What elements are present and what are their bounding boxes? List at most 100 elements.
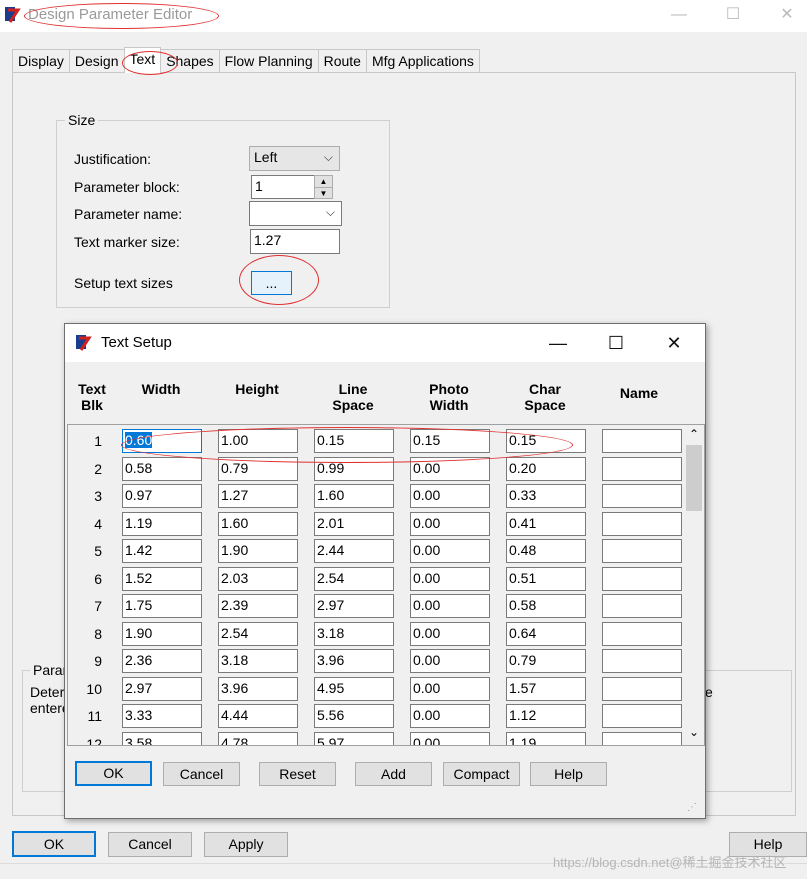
tab-mfg-applications[interactable]: Mfg Applications (365, 49, 480, 73)
text-marker-size-input[interactable]: 1.27 (250, 229, 340, 254)
close-button[interactable]: ✕ (764, 0, 807, 30)
cell-width[interactable]: 1.75 (122, 594, 202, 618)
cell-photo-width[interactable]: 0.00 (410, 621, 490, 646)
cell-line-space[interactable]: 5.56 (314, 704, 394, 728)
cell-photo-width[interactable]: 0.00 (410, 731, 490, 745)
cell-photo-width[interactable]: 0.00 (410, 676, 490, 701)
minimize-button[interactable]: — (656, 0, 702, 30)
cell-photo-width[interactable]: 0.00 (410, 539, 490, 563)
cell-name[interactable] (602, 484, 682, 508)
cell-height[interactable]: 1.27 (218, 484, 298, 508)
cell-width[interactable]: 1.90 (122, 621, 202, 646)
spin-up-icon[interactable]: ▲ (315, 176, 332, 188)
cell-width[interactable]: 3.58 (122, 731, 202, 745)
cell-char-space[interactable]: 1.19 (506, 731, 586, 745)
cell-width[interactable]: 3.33 (122, 704, 202, 728)
cell-line-space[interactable]: 2.01 (314, 511, 394, 536)
cell-width[interactable]: 1.52 (122, 566, 202, 591)
cell-name[interactable] (602, 676, 682, 701)
cell-char-space[interactable]: 0.33 (506, 484, 586, 508)
cell-char-space[interactable]: 0.51 (506, 566, 586, 591)
cell-name[interactable] (602, 429, 682, 453)
cell-photo-width[interactable]: 0.00 (410, 511, 490, 536)
parameter-block-spinner[interactable]: ▲ ▼ (314, 175, 333, 199)
cell-line-space[interactable]: 3.18 (314, 621, 394, 646)
cell-char-space[interactable]: 0.20 (506, 456, 586, 481)
cell-line-space[interactable]: 1.60 (314, 484, 394, 508)
cell-line-space[interactable]: 5.97 (314, 731, 394, 745)
tab-display[interactable]: Display (12, 49, 70, 73)
scroll-down-icon[interactable]: ⌄ (685, 725, 703, 739)
cell-photo-width[interactable]: 0.00 (410, 649, 490, 673)
cell-width[interactable]: 2.36 (122, 649, 202, 673)
cell-name[interactable] (602, 566, 682, 591)
dialog-close-button[interactable]: ✕ (645, 324, 703, 362)
cell-name[interactable] (602, 456, 682, 481)
cell-name[interactable] (602, 649, 682, 673)
cell-height[interactable]: 3.96 (218, 676, 298, 701)
cell-name[interactable] (602, 539, 682, 563)
cell-name[interactable] (602, 621, 682, 646)
cell-line-space[interactable]: 2.97 (314, 594, 394, 618)
cell-char-space[interactable]: 0.15 (506, 429, 586, 453)
dialog-cancel-button[interactable]: Cancel (163, 762, 240, 786)
cancel-button[interactable]: Cancel (108, 832, 192, 857)
resize-grip-icon[interactable]: ⋰ (687, 802, 697, 813)
dialog-maximize-button[interactable]: ☐ (587, 324, 645, 362)
cell-name[interactable] (602, 511, 682, 536)
cell-photo-width[interactable]: 0.00 (410, 566, 490, 591)
tab-design[interactable]: Design (68, 49, 125, 73)
apply-button[interactable]: Apply (204, 832, 288, 857)
cell-height[interactable]: 2.54 (218, 621, 298, 646)
cell-height[interactable]: 2.39 (218, 594, 298, 618)
cell-height[interactable]: 4.78 (218, 731, 298, 745)
cell-height[interactable]: 1.60 (218, 511, 298, 536)
parameter-block-input[interactable]: 1 (251, 175, 315, 199)
dialog-help-button[interactable]: Help (530, 762, 607, 786)
cell-width[interactable]: 0.97 (122, 484, 202, 508)
ok-button[interactable]: OK (12, 831, 96, 857)
spin-down-icon[interactable]: ▼ (315, 188, 332, 199)
dialog-compact-button[interactable]: Compact (443, 762, 520, 786)
cell-width[interactable]: 1.19 (122, 511, 202, 536)
dialog-ok-button[interactable]: OK (75, 761, 152, 786)
tab-flow-planning[interactable]: Flow Planning (218, 49, 319, 73)
cell-char-space[interactable]: 0.41 (506, 511, 586, 536)
cell-name[interactable] (602, 594, 682, 618)
scroll-up-icon[interactable]: ⌃ (685, 427, 703, 441)
cell-line-space[interactable]: 4.95 (314, 676, 394, 701)
parameter-name-combo[interactable]: ⌵ (249, 201, 342, 226)
tab-text[interactable]: Text (123, 47, 162, 73)
cell-name[interactable] (602, 704, 682, 728)
cell-width[interactable]: 2.97 (122, 676, 202, 701)
dialog-add-button[interactable]: Add (355, 762, 432, 786)
tab-route[interactable]: Route (317, 49, 367, 73)
cell-height[interactable]: 2.03 (218, 566, 298, 591)
vertical-scrollbar[interactable]: ⌃ ⌄ (685, 425, 703, 745)
cell-photo-width[interactable]: 0.15 (410, 429, 490, 453)
cell-char-space[interactable]: 0.64 (506, 621, 586, 646)
cell-photo-width[interactable]: 0.00 (410, 704, 490, 728)
cell-height[interactable]: 3.18 (218, 649, 298, 673)
cell-height[interactable]: 0.79 (218, 456, 298, 481)
justification-combo[interactable]: Left ⌵ (249, 146, 340, 171)
dialog-minimize-button[interactable]: — (529, 324, 587, 362)
cell-line-space[interactable]: 0.99 (314, 456, 394, 481)
cell-line-space[interactable]: 2.54 (314, 566, 394, 591)
cell-char-space[interactable]: 1.57 (506, 676, 586, 701)
cell-photo-width[interactable]: 0.00 (410, 594, 490, 618)
cell-photo-width[interactable]: 0.00 (410, 456, 490, 481)
cell-height[interactable]: 4.44 (218, 704, 298, 728)
cell-width[interactable]: 1.42 (122, 539, 202, 563)
cell-char-space[interactable]: 0.48 (506, 539, 586, 563)
cell-width[interactable]: 0.60 (122, 429, 202, 453)
cell-photo-width[interactable]: 0.00 (410, 484, 490, 508)
cell-width[interactable]: 0.58 (122, 456, 202, 481)
cell-height[interactable]: 1.00 (218, 429, 298, 453)
cell-line-space[interactable]: 3.96 (314, 649, 394, 673)
cell-char-space[interactable]: 0.79 (506, 649, 586, 673)
dialog-reset-button[interactable]: Reset (259, 762, 336, 786)
cell-height[interactable]: 1.90 (218, 539, 298, 563)
maximize-button[interactable]: ☐ (710, 0, 756, 30)
cell-name[interactable] (602, 731, 682, 745)
